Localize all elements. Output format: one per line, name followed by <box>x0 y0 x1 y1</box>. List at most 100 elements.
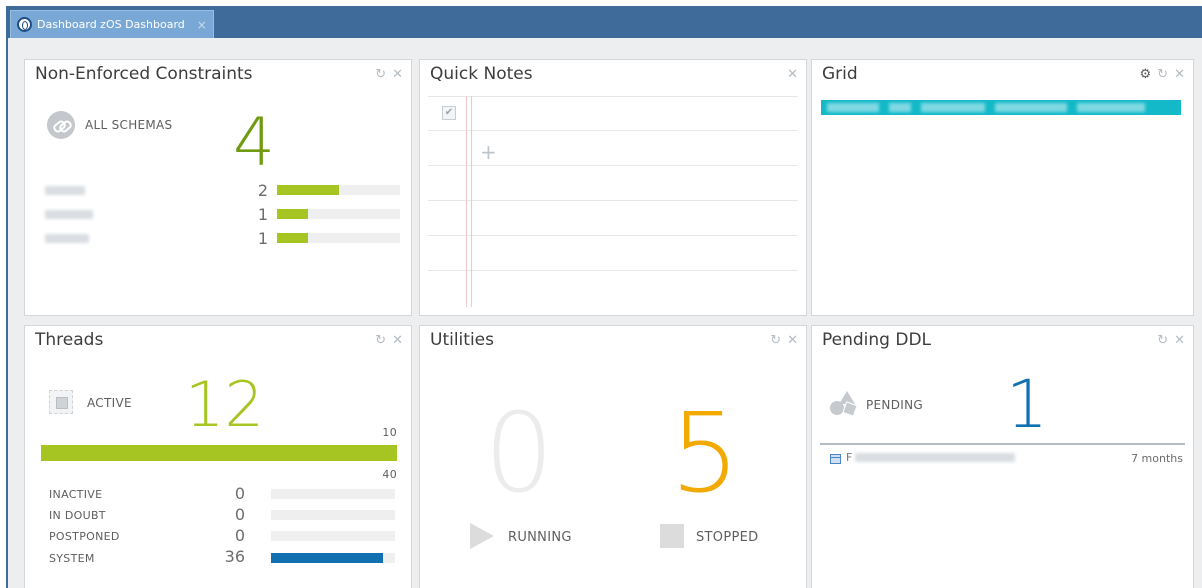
close-icon[interactable]: ✕ <box>1174 334 1185 347</box>
panel-quick-notes: Quick Notes ✕ ✔ + <box>419 59 807 316</box>
dashboard-workspace: Non-Enforced Constraints ↻ ✕ ALL SCHEMAS… <box>6 38 1202 588</box>
active-label: ACTIVE <box>87 396 132 410</box>
panel-title: Non-Enforced Constraints <box>35 64 253 84</box>
grid-column-header[interactable] <box>827 103 879 112</box>
close-icon[interactable]: ✕ <box>787 334 798 347</box>
table-icon <box>830 454 841 464</box>
stopped-label: STOPPED <box>696 530 759 545</box>
note-line <box>428 270 798 271</box>
add-note-icon[interactable]: + <box>480 140 497 164</box>
note-checkbox[interactable]: ✔ <box>442 106 456 120</box>
panel-tools: ↻ ✕ <box>375 334 403 347</box>
dashboard-app-icon <box>17 17 32 32</box>
panel-title: Pending DDL <box>822 330 932 350</box>
close-icon[interactable]: ✕ <box>1174 68 1185 81</box>
gear-icon[interactable]: ⚙ <box>1140 68 1152 81</box>
panel-title: Utilities <box>430 330 494 350</box>
schema-name-1 <box>45 186 85 195</box>
row-value-2: 1 <box>257 205 268 224</box>
note-margin-line <box>471 96 472 307</box>
close-icon[interactable]: ✕ <box>392 334 403 347</box>
thread-bar-system <box>271 553 395 563</box>
thread-value-inactive: 0 <box>234 484 245 503</box>
row-bar-2 <box>277 209 400 219</box>
grid-header-row <box>821 100 1181 115</box>
note-line <box>428 235 798 236</box>
schema-name-3 <box>45 234 89 243</box>
panel-title: Threads <box>35 330 104 350</box>
active-bar-label-bottom: 40 <box>382 468 397 481</box>
ddl-item-name <box>855 453 1016 462</box>
ddl-item[interactable]: F <box>846 451 1016 464</box>
running-label: RUNNING <box>508 530 572 545</box>
thread-label-inactive: INACTIVE <box>49 488 103 501</box>
refresh-icon[interactable]: ↻ <box>770 334 781 347</box>
refresh-icon[interactable]: ↻ <box>1157 68 1168 81</box>
panel-threads: Threads ↻ ✕ ACTIVE 12 10 40 INACTIVE 0 I… <box>24 325 412 588</box>
close-icon[interactable]: ✕ <box>787 68 798 81</box>
tab-dashboard[interactable]: Dashboard zOS Dashboard × <box>10 10 214 38</box>
stop-icon <box>660 524 684 548</box>
panel-pending-ddl: Pending DDL ↻ ✕ PENDING 1 F 7 months <box>811 325 1194 588</box>
tab-close-icon[interactable]: × <box>197 18 207 32</box>
ddl-item-age: 7 months <box>1131 452 1183 465</box>
total-count: 4 <box>233 104 275 181</box>
panel-tools: ⚙ ↻ ✕ <box>1140 68 1185 81</box>
schema-name-2 <box>45 210 93 219</box>
panel-tools: ↻ ✕ <box>770 334 798 347</box>
grid-column-header[interactable] <box>889 103 911 112</box>
row-value-1: 2 <box>257 181 268 200</box>
thread-bar-fill <box>271 553 383 563</box>
thread-value-in-doubt: 0 <box>234 505 245 524</box>
active-bar <box>41 445 397 461</box>
play-icon <box>470 523 494 549</box>
active-count: 12 <box>185 368 264 441</box>
active-bar-fill <box>41 445 397 461</box>
thread-label-postponed: POSTPONED <box>49 530 120 543</box>
row-bar-fill <box>277 233 308 243</box>
pending-label: PENDING <box>866 398 923 412</box>
row-bar-1 <box>277 185 400 195</box>
thread-bar-postponed <box>271 531 395 541</box>
ddl-item-prefix: F <box>846 451 853 464</box>
refresh-icon[interactable]: ↻ <box>375 334 386 347</box>
refresh-icon[interactable]: ↻ <box>1157 334 1168 347</box>
grid-column-header[interactable] <box>921 103 985 112</box>
row-value-3: 1 <box>257 229 268 248</box>
panel-title: Quick Notes <box>430 64 533 84</box>
panel-title: Grid <box>822 64 858 84</box>
pending-count: 1 <box>1006 366 1048 443</box>
thread-value-postponed: 0 <box>234 526 245 545</box>
row-bar-fill <box>277 209 308 219</box>
thread-label-system: SYSTEM <box>49 552 95 565</box>
panel-grid: Grid ⚙ ↻ ✕ <box>811 59 1194 316</box>
shapes-icon <box>830 391 858 417</box>
row-bar-3 <box>277 233 400 243</box>
panel-tools: ↻ ✕ <box>375 68 403 81</box>
thread-bar-inactive <box>271 489 395 499</box>
note-line <box>428 130 798 131</box>
close-icon[interactable]: ✕ <box>392 68 403 81</box>
tab-label: Dashboard zOS Dashboard <box>37 18 185 31</box>
thread-label-in-doubt: IN DOUBT <box>49 509 106 522</box>
note-line <box>428 96 798 97</box>
panel-non-enforced-constraints: Non-Enforced Constraints ↻ ✕ ALL SCHEMAS… <box>24 59 412 316</box>
grid-column-header[interactable] <box>1077 103 1145 112</box>
grid-column-header[interactable] <box>995 103 1067 112</box>
panel-tools: ↻ ✕ <box>1157 334 1185 347</box>
note-line <box>428 165 798 166</box>
running-count: 0 <box>484 389 554 517</box>
chip-icon <box>49 390 73 414</box>
thread-value-system: 36 <box>224 547 245 566</box>
row-bar-fill <box>277 185 339 195</box>
ddl-divider <box>820 443 1185 445</box>
note-line <box>428 200 798 201</box>
active-bar-label-top: 10 <box>382 426 397 439</box>
tab-strip: Dashboard zOS Dashboard × <box>6 6 1202 38</box>
refresh-icon[interactable]: ↻ <box>375 68 386 81</box>
note-margin-line <box>466 96 467 307</box>
panel-tools: ✕ <box>787 68 798 81</box>
scope-label: ALL SCHEMAS <box>85 118 173 132</box>
thread-bar-in-doubt <box>271 510 395 520</box>
panel-utilities: Utilities ↻ ✕ 0 RUNNING 5 STOPPED <box>419 325 807 588</box>
